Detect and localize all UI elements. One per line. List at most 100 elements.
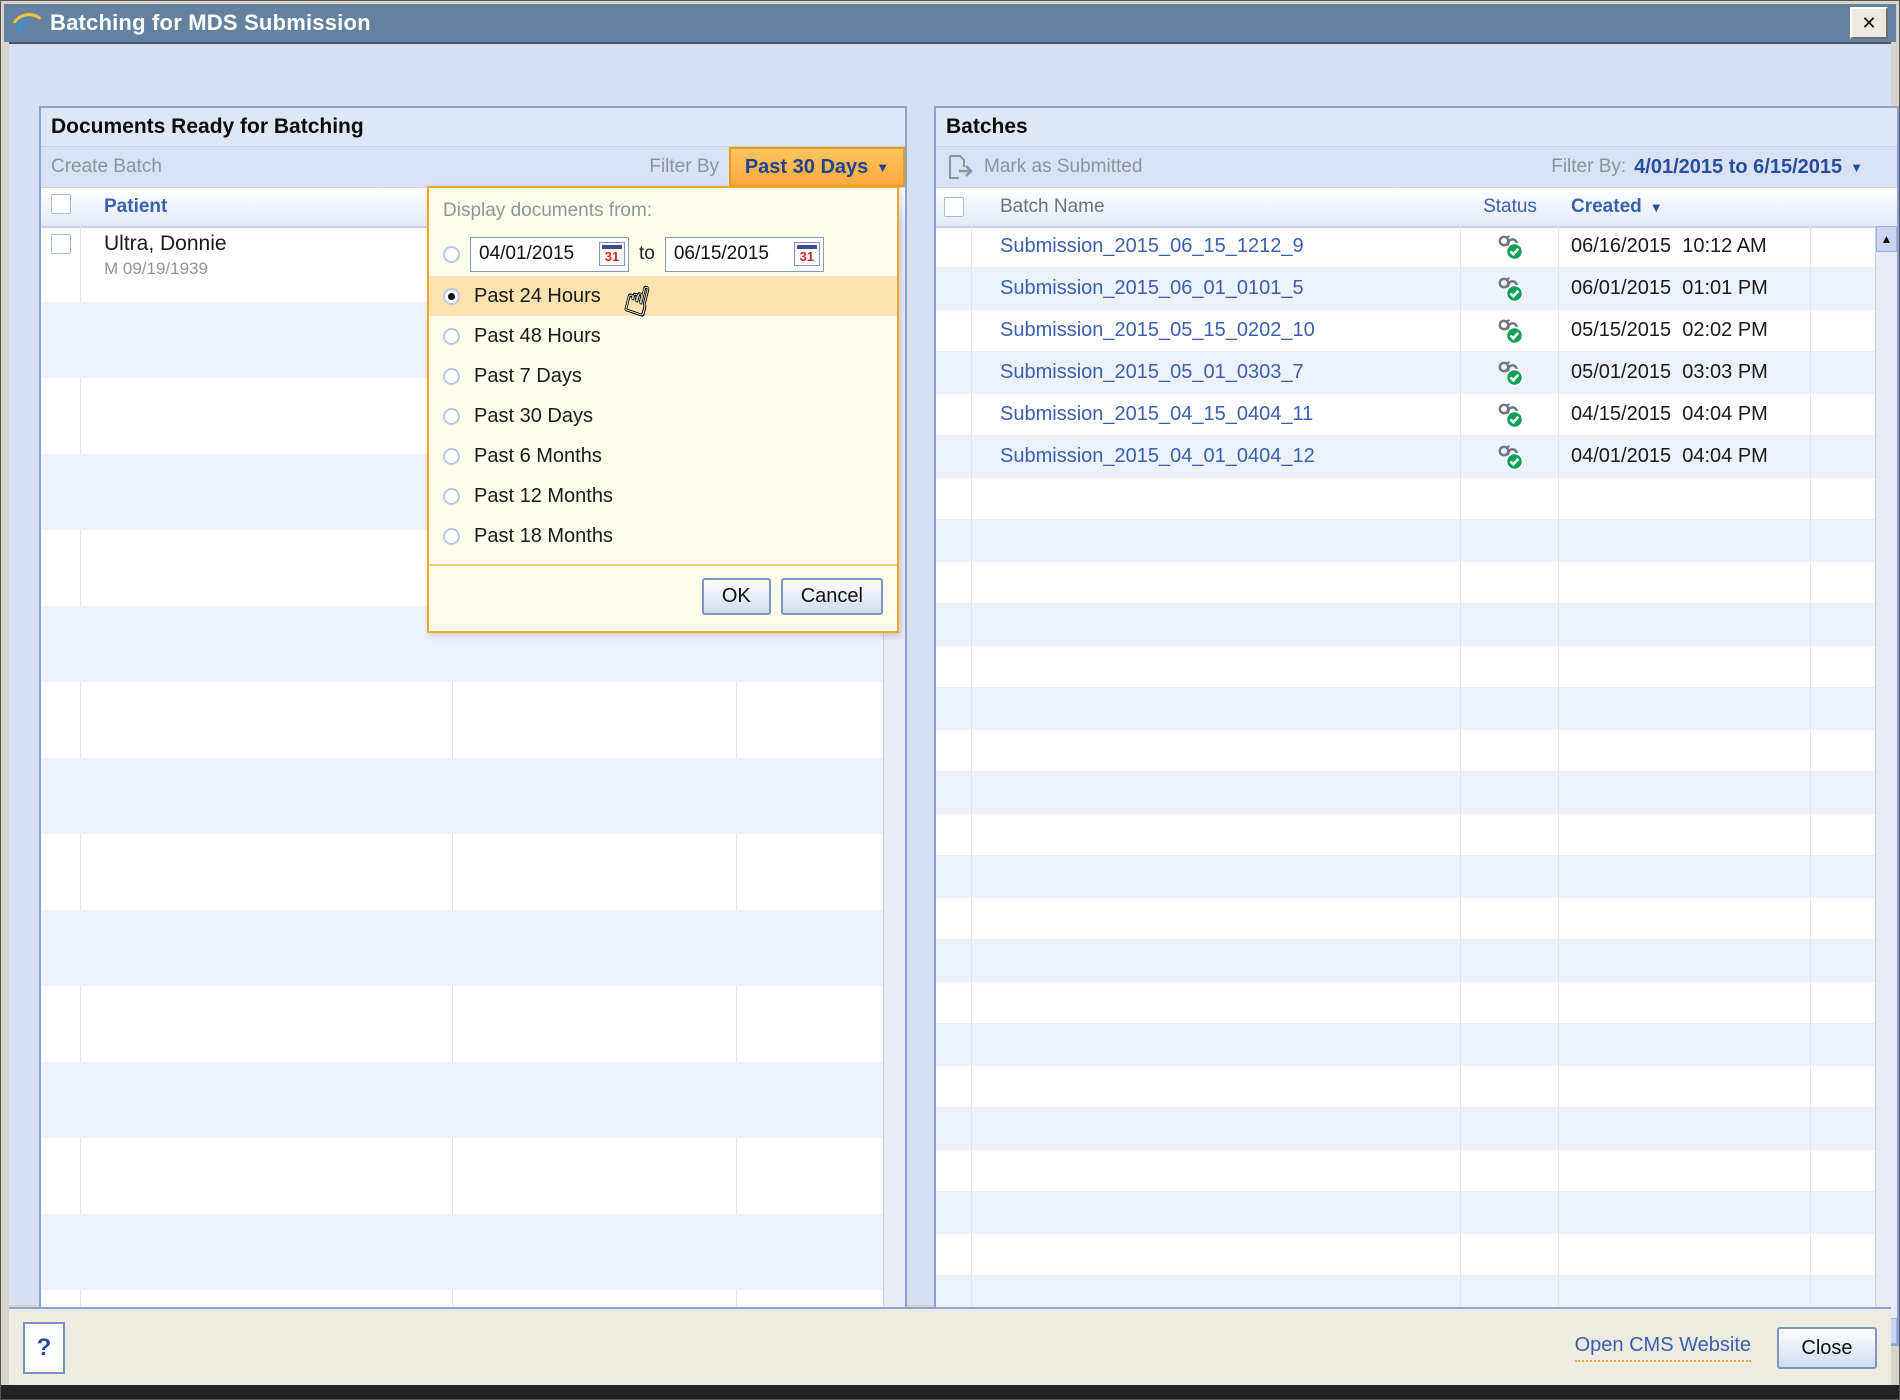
batches-filter-dropdown[interactable]: Filter By: 4/01/2015 to 6/15/2015 ▼ (1551, 156, 1897, 179)
radio-icon[interactable] (443, 528, 460, 545)
status-submitted-icon (1496, 275, 1524, 303)
empty-row (936, 646, 1897, 688)
empty-row (936, 604, 1897, 646)
select-all-documents-checkbox[interactable] (51, 194, 71, 214)
window-close-button[interactable]: ✕ (1850, 7, 1888, 39)
date-range-radio[interactable] (443, 246, 460, 263)
empty-row (936, 1150, 1897, 1192)
batch-name-cell (972, 1024, 1461, 1065)
create-batch-button[interactable]: Create Batch (51, 156, 162, 178)
batch-created-cell (1559, 1150, 1811, 1191)
batch-status-cell (1461, 226, 1559, 267)
batch-checkbox-cell (936, 520, 972, 561)
ok-button[interactable]: OK (702, 578, 771, 615)
filter-option[interactable]: Past 18 Months (429, 516, 897, 556)
batch-checkbox-cell (936, 772, 972, 813)
batch-created-cell (1559, 772, 1811, 813)
help-button[interactable]: ? (23, 1322, 65, 1374)
scroll-up-button[interactable]: ▲ (1876, 226, 1897, 252)
patient-row-checkbox[interactable] (51, 234, 71, 254)
filter-option-label: Past 24 Hours (474, 285, 601, 308)
documents-filter-dropdown[interactable]: Past 30 Days ▼ (729, 147, 905, 187)
batch-name-link[interactable]: Submission_2015_05_15_0202_10 (1000, 319, 1315, 342)
filter-option[interactable]: Past 30 Days (429, 396, 897, 436)
radio-icon[interactable] (443, 448, 460, 465)
batch-status-cell (1461, 1024, 1559, 1065)
filter-option[interactable]: Past 6 Months (429, 436, 897, 476)
dialog-window: e Batching for MDS Submission ✕ Document… (0, 0, 1900, 1400)
documents-toolbar: Create Batch Filter By Past 30 Days ▼ (41, 147, 905, 188)
batch-created-cell (1559, 1234, 1811, 1275)
batch-name-column-header[interactable]: Batch Name (972, 196, 1461, 218)
select-all-batches-checkbox[interactable] (944, 197, 964, 217)
empty-row (41, 682, 905, 758)
batch-created-cell (1559, 478, 1811, 519)
batches-scrollbar[interactable]: ▲ ▼ (1875, 226, 1897, 1344)
batch-status-cell (1461, 898, 1559, 939)
dialog-body: Documents Ready for Batching Create Batc… (9, 42, 1891, 1305)
mark-as-submitted-button[interactable]: Mark as Submitted (984, 156, 1142, 178)
filter-options: Past 24 HoursPast 48 HoursPast 7 DaysPas… (443, 276, 883, 556)
status-column-header[interactable]: Status (1461, 196, 1559, 218)
date-to-input[interactable] (672, 242, 791, 266)
cancel-button[interactable]: Cancel (781, 578, 883, 615)
status-submitted-icon (1496, 443, 1524, 471)
batch-name-cell (972, 646, 1461, 687)
batch-name-link[interactable]: Submission_2015_06_15_1212_9 (1000, 235, 1304, 258)
batch-name-cell (972, 982, 1461, 1023)
cell (81, 530, 453, 606)
radio-icon[interactable] (443, 488, 460, 505)
batch-created-cell: 06/01/2015 01:01 PM (1559, 268, 1811, 309)
batch-checkbox-cell (936, 352, 972, 393)
empty-row (41, 758, 905, 834)
batch-created-cell (1559, 688, 1811, 729)
filter-option-label: Past 12 Months (474, 485, 613, 508)
batch-row: Submission_2015_06_01_0101_5 06/01/2015 0… (936, 268, 1897, 310)
open-cms-website-link[interactable]: Open CMS Website (1575, 1334, 1751, 1362)
popup-title: Display documents from: (443, 200, 883, 222)
batch-checkbox-cell (936, 1066, 972, 1107)
radio-icon[interactable] (443, 328, 460, 345)
batch-checkbox-cell (936, 1024, 972, 1065)
patient-cell: Ultra, DonnieM 09/19/1939 (81, 226, 453, 302)
batch-created-cell (1559, 1024, 1811, 1065)
date-to-wrap (665, 237, 824, 272)
radio-icon[interactable] (443, 368, 460, 385)
patient-column-header[interactable]: Patient (81, 196, 167, 218)
calendar-icon[interactable] (794, 242, 820, 266)
batch-name-link[interactable]: Submission_2015_06_01_0101_5 (1000, 277, 1304, 300)
batch-checkbox-cell (936, 394, 972, 435)
batches-rows: Submission_2015_06_15_1212_906/16/2015 1… (936, 226, 1897, 1344)
batch-status-cell (1461, 1108, 1559, 1149)
batches-filter-by-label: Filter By: (1551, 156, 1626, 178)
cell (41, 1138, 81, 1214)
chevron-down-icon: ▼ (876, 160, 889, 175)
radio-selected-icon[interactable] (443, 288, 460, 305)
close-button[interactable]: Close (1777, 1327, 1877, 1369)
batch-status-cell (1461, 940, 1559, 981)
cell (41, 682, 81, 758)
batch-status-cell (1461, 688, 1559, 729)
window-title: Batching for MDS Submission (50, 10, 371, 36)
filter-by-label: Filter By (649, 147, 719, 187)
filter-option[interactable]: Past 7 Days (429, 356, 897, 396)
batch-name-link[interactable]: Submission_2015_04_01_0404_12 (1000, 445, 1315, 468)
batch-name-cell (972, 1150, 1461, 1191)
batch-row: Submission_2015_05_15_0202_1005/15/2015 … (936, 310, 1897, 352)
filter-option[interactable]: Past 12 Months (429, 476, 897, 516)
batch-checkbox-cell (936, 562, 972, 603)
batch-name-link[interactable]: Submission_2015_04_15_0404_11 (1000, 403, 1313, 426)
calendar-icon[interactable] (599, 242, 625, 266)
created-column-header[interactable]: Created ▼ (1559, 196, 1811, 218)
batch-name-link[interactable]: Submission_2015_05_01_0303_7 (1000, 361, 1304, 384)
filter-option[interactable]: Past 24 Hours (429, 276, 897, 316)
filter-option[interactable]: Past 48 Hours (429, 316, 897, 356)
cell (453, 986, 737, 1062)
batch-status-cell (1461, 1192, 1559, 1233)
date-from-input[interactable] (477, 242, 596, 266)
batch-status-cell (1461, 352, 1559, 393)
cell (41, 834, 81, 910)
radio-icon[interactable] (443, 408, 460, 425)
batch-status-cell (1461, 562, 1559, 603)
batch-checkbox-cell (936, 688, 972, 729)
